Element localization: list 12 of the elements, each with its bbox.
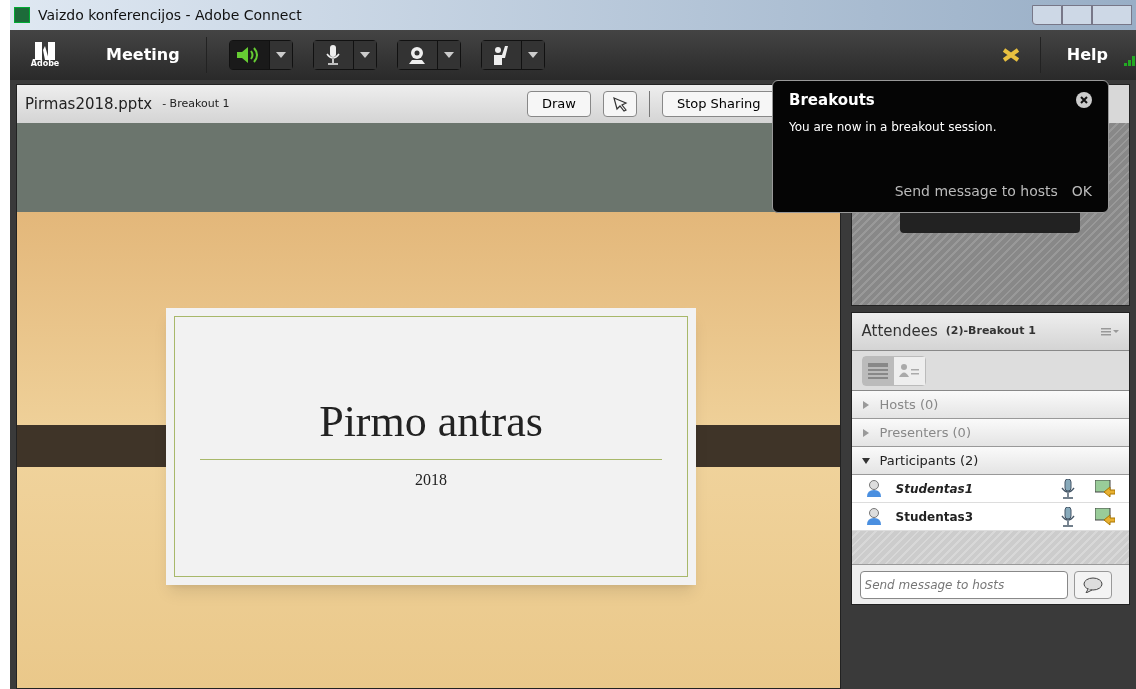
- slide-title: Pirmo antras: [319, 396, 543, 448]
- room-name: - Breakout 1: [162, 95, 230, 112]
- slide-subtitle: 2018: [415, 470, 447, 490]
- window-title: Vaizdo konferencijos - Adobe Connect: [38, 5, 302, 25]
- popup-title: Breakouts: [789, 90, 875, 111]
- attendee-name: Studentas1: [895, 480, 974, 498]
- popup-message: You are now in a breakout session.: [789, 118, 998, 136]
- pod-title: Attendees: [861, 321, 938, 343]
- attendee-count: (2)-Breakout 1: [945, 323, 1036, 340]
- file-name: Pirmas2018.pptx: [25, 93, 153, 115]
- attendee-name: Studentas3: [895, 508, 974, 526]
- adobe-logo: Adobe: [32, 42, 58, 68]
